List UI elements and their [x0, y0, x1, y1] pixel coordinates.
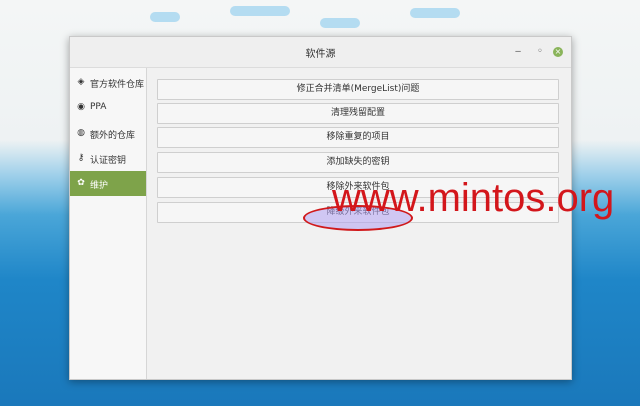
package-icon: ◈ — [77, 77, 85, 87]
sidebar-item-label: 认证密钥 — [90, 156, 127, 166]
sidebar-item-label: 官方软件仓库 — [90, 80, 145, 90]
sidebar-item-label: 维护 — [90, 181, 109, 191]
restore-button[interactable]: ◦ — [534, 46, 546, 58]
window-title: 软件源 — [305, 49, 336, 60]
titlebar: 软件源 ‒ ◦ × — [70, 37, 571, 68]
sidebar-item-official-repos[interactable]: ◈ 官方软件仓库 — [70, 70, 146, 95]
remove-duplicate-entries-button[interactable]: 移除重复的项目 — [157, 127, 559, 148]
sidebar-item-label: PPA — [90, 102, 107, 112]
close-button[interactable]: × — [553, 47, 563, 57]
minimize-button[interactable]: ‒ — [512, 46, 524, 58]
repo-icon: ◍ — [77, 128, 85, 138]
key-icon: ⚷ — [77, 153, 85, 163]
background-water-splash — [110, 0, 550, 40]
add-missing-keys-button[interactable]: 添加缺失的密钥 — [157, 152, 559, 173]
sidebar-item-maintenance[interactable]: ✿ 维护 — [70, 171, 146, 196]
purge-residual-config-button[interactable]: 清理残留配置 — [157, 103, 559, 124]
fix-mergelist-button[interactable]: 修正合并清单(MergeList)问题 — [157, 79, 559, 100]
sidebar: ◈ 官方软件仓库 ◉ PPA ◍ 额外的仓库 ⚷ 认证密钥 ✿ 维护 — [70, 68, 147, 379]
sidebar-item-authentication-keys[interactable]: ⚷ 认证密钥 — [70, 146, 146, 171]
maintenance-icon: ✿ — [77, 178, 85, 188]
sidebar-item-ppa[interactable]: ◉ PPA — [70, 95, 146, 120]
ppa-icon: ◉ — [77, 102, 85, 112]
sidebar-item-label: 额外的仓库 — [90, 131, 136, 141]
watermark-text: www.mintos.org — [332, 176, 615, 220]
sidebar-item-additional-repos[interactable]: ◍ 额外的仓库 — [70, 121, 146, 146]
